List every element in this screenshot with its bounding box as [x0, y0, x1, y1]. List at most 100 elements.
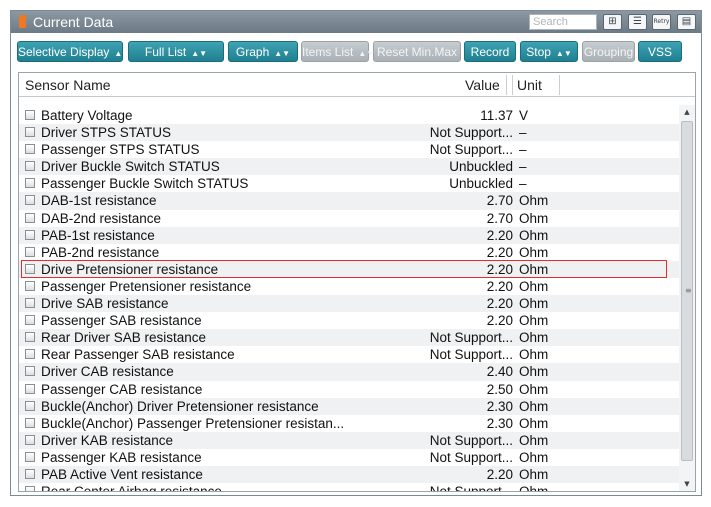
table-row[interactable]: Rear Center Airbag resistance Not Support…: [19, 483, 679, 492]
sensor-name: DAB-2nd resistance: [41, 210, 162, 226]
column-header-unit[interactable]: Unit: [517, 76, 542, 94]
table-row[interactable]: PAB-1st resistance 2.20 Ohm: [19, 226, 679, 244]
table-row[interactable]: DAB-2nd resistance 2.70 Ohm: [19, 210, 679, 227]
vss-button[interactable]: VSS: [638, 41, 682, 62]
row-checkbox[interactable]: [25, 298, 35, 309]
table-row[interactable]: Passenger Buckle Switch STATUS Unbuckled –: [19, 175, 679, 192]
row-checkbox[interactable]: [25, 468, 35, 479]
column-header-value[interactable]: Value: [465, 76, 500, 94]
table-row[interactable]: DAB-1st resistance 2.70 Ohm: [19, 192, 679, 210]
list-icon[interactable]: ☰: [628, 14, 647, 30]
row-checkbox[interactable]: [25, 366, 35, 377]
row-checkbox[interactable]: [25, 246, 35, 257]
reset-min-max-button[interactable]: Reset Min.Max: [373, 41, 461, 62]
stop-button[interactable]: Stop ▲▼: [520, 41, 578, 62]
scroll-thumb[interactable]: ≡: [681, 121, 693, 461]
items-list-button[interactable]: Items List ▲▼: [301, 41, 374, 62]
sensor-name: Passenger Pretensioner resistance: [41, 278, 252, 294]
sensor-unit: Ohm: [519, 432, 549, 448]
row-checkbox[interactable]: [25, 417, 35, 428]
sensor-name: PAB-1st resistance: [41, 227, 155, 243]
sensor-name: PAB Active Vent resistance: [41, 466, 203, 482]
row-checkbox[interactable]: [25, 451, 35, 462]
column-header-sensor-name[interactable]: Sensor Name: [25, 76, 111, 94]
table-row[interactable]: Passenger Pretensioner resistance 2.20 Ohm: [19, 278, 679, 295]
row-checkbox[interactable]: [25, 229, 35, 240]
row-checkbox[interactable]: [25, 332, 35, 343]
zoom-icon[interactable]: ⊞: [603, 14, 622, 30]
table-row[interactable]: Passenger KAB resistance Not Support... Oh…: [19, 449, 679, 466]
sensor-unit: Ohm: [519, 466, 549, 482]
sensor-unit: –: [519, 142, 527, 158]
grip-icon: ≡: [685, 286, 692, 295]
layout-icon[interactable]: ▤: [677, 14, 696, 30]
search-input[interactable]: Search: [529, 14, 597, 30]
table-row[interactable]: Drive SAB resistance 2.20 Ohm: [19, 295, 679, 313]
sensor-name: Passenger SAB resistance: [41, 313, 202, 329]
table-row[interactable]: Passenger SAB resistance 2.20 Ohm: [19, 312, 679, 329]
scroll-down-icon[interactable]: ▼: [679, 477, 695, 491]
row-checkbox[interactable]: [25, 383, 35, 394]
table-row[interactable]: Rear Passenger SAB resistance Not Support…: [19, 346, 679, 363]
selective-display-button[interactable]: Selective Display ▲▼: [17, 41, 130, 62]
column-divider[interactable]: [506, 75, 507, 95]
row-checkbox[interactable]: [25, 434, 35, 445]
table-row[interactable]: Buckle(Anchor) Passenger Pretensioner re…: [19, 415, 679, 432]
row-checkbox[interactable]: [25, 195, 35, 206]
row-checkbox[interactable]: [25, 127, 35, 138]
row-checkbox[interactable]: [25, 263, 35, 274]
table-row[interactable]: Driver STPS STATUS Not Support... –: [19, 124, 679, 142]
sensor-value: 2.20: [486, 244, 513, 260]
table-header: Sensor Name Value Unit: [19, 73, 695, 97]
sensor-name: Driver KAB resistance: [41, 432, 174, 448]
row-checkbox[interactable]: [25, 178, 35, 189]
vertical-scrollbar[interactable]: ▲ ≡ ▼: [679, 105, 695, 491]
sensor-value: 2.20: [486, 466, 513, 482]
table-row[interactable]: Battery Voltage 11.37 V: [19, 107, 679, 124]
updown-icon: ▲▼: [191, 49, 208, 58]
table-row[interactable]: Passenger STPS STATUS Not Support... –: [19, 141, 679, 158]
sensor-name: Passenger Buckle Switch STATUS: [41, 176, 249, 192]
sensor-name: Passenger KAB resistance: [41, 449, 202, 465]
column-divider[interactable]: [512, 75, 513, 95]
sensor-value: 2.20: [486, 227, 513, 243]
window-title: Current Data: [33, 14, 114, 30]
table-row[interactable]: Buckle(Anchor) Driver Pretensioner resis…: [19, 397, 679, 415]
row-checkbox[interactable]: [25, 212, 35, 223]
grouping-button[interactable]: Grouping: [582, 41, 635, 62]
sensor-value: 2.70: [486, 210, 513, 226]
sensor-unit: V: [519, 108, 529, 123]
sensor-unit: Ohm: [519, 210, 549, 226]
row-checkbox[interactable]: [25, 315, 35, 326]
sensor-value: Not Support...: [429, 347, 513, 363]
sensor-value: 2.20: [486, 313, 513, 329]
table-row[interactable]: Rear Driver SAB resistance Not Support...…: [19, 329, 679, 347]
row-checkbox[interactable]: [25, 349, 35, 360]
row-checkbox[interactable]: [25, 144, 35, 155]
sensor-unit: –: [519, 125, 527, 141]
toolbar: Selective Display ▲▼ Full List ▲▼ Graph ▲▼ …: [11, 37, 701, 67]
sensor-unit: Ohm: [519, 484, 549, 492]
table-row[interactable]: PAB-2nd resistance 2.20 Ohm: [19, 244, 679, 261]
row-checkbox[interactable]: [25, 400, 35, 411]
table-row[interactable]: Passenger CAB resistance 2.50 Ohm: [19, 381, 679, 398]
full-list-button[interactable]: Full List ▲▼: [128, 41, 224, 62]
sensor-value: Not Support...: [429, 449, 513, 465]
updown-icon: ▲▼: [555, 49, 572, 58]
record-button[interactable]: Record: [464, 41, 516, 62]
table-row[interactable]: PAB Active Vent resistance 2.20 Ohm: [19, 465, 679, 484]
table-row[interactable]: Drive Pretensioner resistance 2.20 Ohm: [19, 260, 679, 278]
table-row[interactable]: Driver Buckle Switch STATUS Unbuckled –: [19, 158, 679, 176]
retry-icon[interactable]: Retry: [652, 14, 671, 30]
row-checkbox[interactable]: [25, 280, 35, 291]
row-checkbox[interactable]: [25, 110, 35, 120]
table-row[interactable]: Driver KAB resistance Not Support... Ohm: [19, 431, 679, 449]
sensor-name: Drive Pretensioner resistance: [41, 261, 219, 277]
graph-button[interactable]: Graph ▲▼: [228, 41, 298, 62]
row-checkbox[interactable]: [25, 486, 35, 491]
column-divider[interactable]: [559, 75, 560, 95]
scroll-up-icon[interactable]: ▲: [679, 105, 695, 119]
row-checkbox[interactable]: [25, 161, 35, 172]
sensor-unit: Ohm: [519, 244, 549, 260]
table-row[interactable]: Driver CAB resistance 2.40 Ohm: [19, 363, 679, 381]
